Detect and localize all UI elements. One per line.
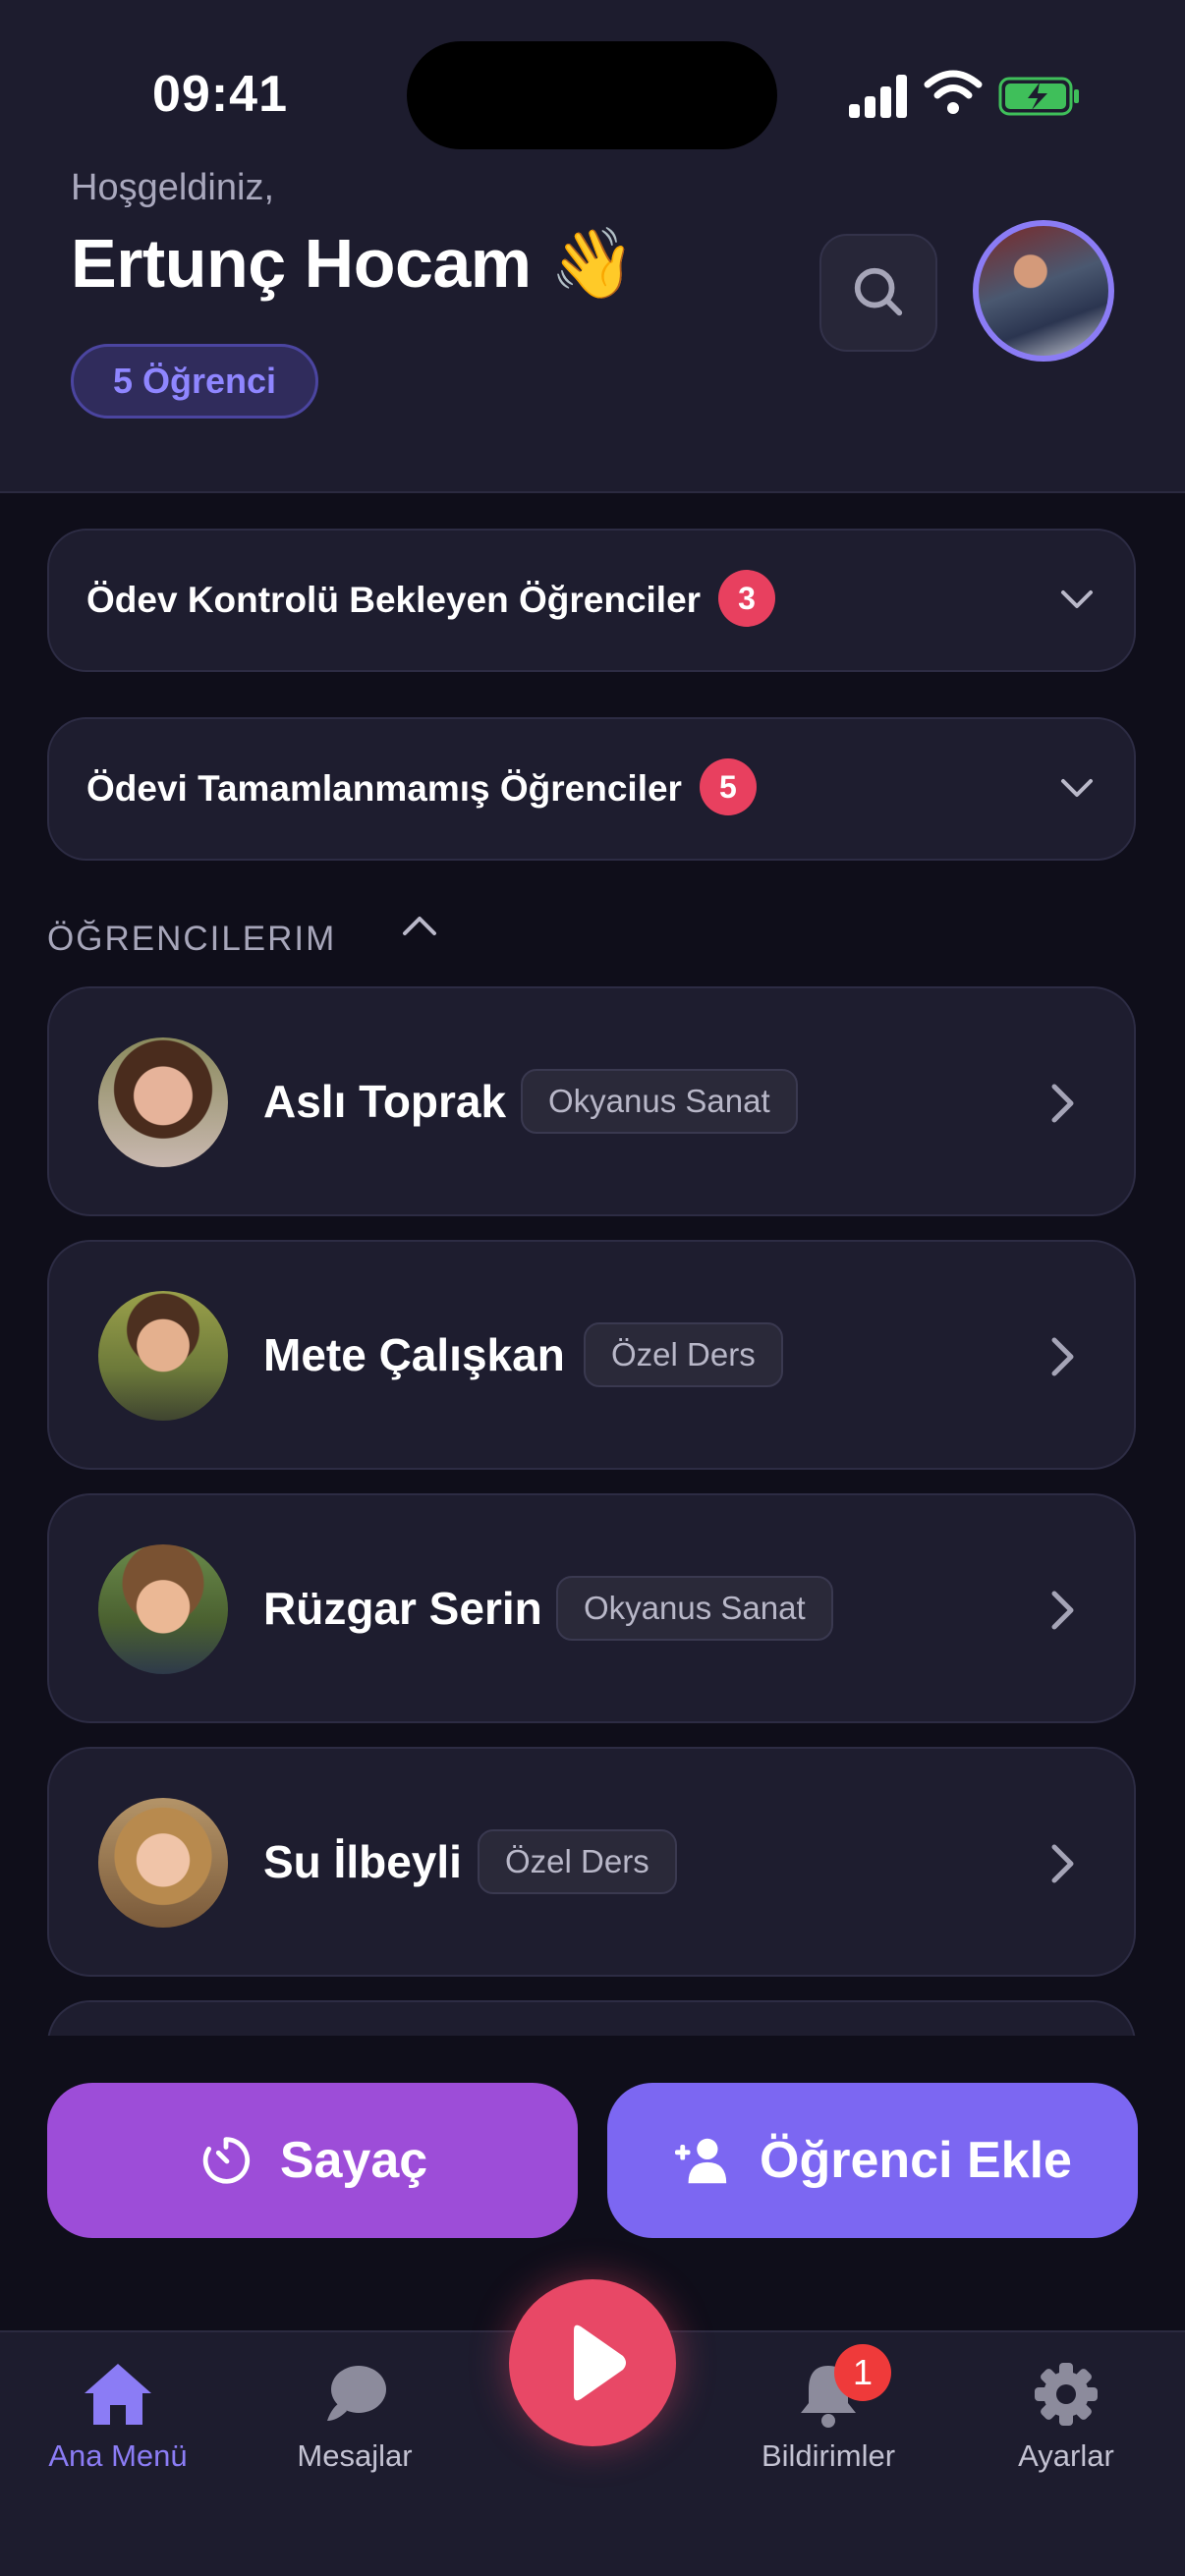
student-avatar [98,1291,228,1421]
play-icon [574,2324,626,2401]
cellular-signal-icon [849,75,908,118]
chevron-right-icon [1051,1084,1074,1123]
chevron-right-icon [1051,1844,1074,1883]
student-group-tag: Özel Ders [478,1829,677,1894]
student-name: Mete Çalışkan [263,1329,565,1380]
student-card[interactable]: Aslı Toprak Okyanus Sanat [47,986,1136,1216]
accordion-title: Ödev Kontrolü Bekleyen Öğrenciler 3 [86,531,776,670]
accordion-title: Ödevi Tamamlanmamış Öğrenciler 5 [86,719,757,859]
student-avatar [98,1037,228,1167]
add-student-label: Öğrenci Ekle [760,2132,1072,2189]
nav-settings-label: Ayarlar [1018,2438,1114,2473]
header: 09:41 Hoşgeldiniz, Ertunç Hocam 👋 5 Öğre… [0,0,1185,493]
incomplete-homework-accordion[interactable]: Ödevi Tamamlanmamış Öğrenciler 5 [47,717,1136,861]
play-button[interactable] [509,2279,676,2446]
count-badge: 3 [718,570,776,628]
student-card[interactable]: Mete Çalışkan Özel Ders [47,1240,1136,1470]
student-card[interactable] [47,2000,1136,2036]
nav-notifications[interactable]: 1 Bildirimler [720,2344,936,2474]
search-icon [854,267,903,316]
chevron-up-icon[interactable] [397,908,442,941]
add-user-icon [675,2138,727,2184]
student-card[interactable]: Rüzgar Serin Okyanus Sanat [47,1493,1136,1723]
wifi-icon [924,70,983,114]
timer-button[interactable]: Sayaç [47,2083,578,2238]
gear-icon [1035,2363,1098,2426]
student-count-badge: 5 Öğrenci [71,344,319,419]
student-group-tag: Okyanus Sanat [556,1576,833,1641]
search-button[interactable] [819,234,937,352]
nav-settings[interactable]: Ayarlar [958,2360,1174,2474]
count-badge: 5 [699,758,757,816]
dynamic-island [407,41,777,149]
chevron-right-icon [1051,1591,1074,1630]
student-card[interactable]: Su İlbeyli Özel Ders [47,1747,1136,1977]
student-avatar [98,1798,228,1928]
nav-home[interactable]: Ana Menü [10,2360,226,2474]
student-name: Aslı Toprak [263,1076,507,1127]
chevron-down-icon [1061,590,1093,608]
chat-icon [327,2366,386,2421]
home-icon [85,2364,151,2425]
welcome-text: Hoşgeldiniz, [71,167,274,208]
notification-badge: 1 [834,2344,891,2401]
timer-icon [202,2137,250,2184]
profile-avatar[interactable] [973,220,1114,362]
student-group-tag: Özel Ders [584,1322,783,1387]
nav-messages-label: Mesajlar [297,2438,413,2473]
pending-review-accordion[interactable]: Ödev Kontrolü Bekleyen Öğrenciler 3 [47,529,1136,672]
chevron-right-icon [1051,1337,1074,1376]
battery-charging-icon [998,77,1079,116]
student-group-tag: Okyanus Sanat [521,1069,798,1134]
student-name: Rüzgar Serin [263,1583,542,1634]
students-section-label: ÖĞRENCILERIM [47,920,337,958]
nav-notifications-label: Bildirimler [761,2438,896,2473]
teacher-name: Ertunç Hocam 👋 [71,225,636,302]
chevron-down-icon [1061,779,1093,797]
nav-messages[interactable]: Mesajlar [247,2360,463,2474]
timer-label: Sayaç [279,2132,428,2189]
student-list[interactable]: Aslı Toprak Okyanus Sanat Mete Çalışkan … [0,980,1185,2036]
student-avatar [98,1544,228,1674]
add-student-button[interactable]: Öğrenci Ekle [607,2083,1138,2238]
student-name: Su İlbeyli [263,1836,462,1887]
nav-home-label: Ana Menü [48,2438,188,2473]
status-time: 09:41 [152,66,288,123]
